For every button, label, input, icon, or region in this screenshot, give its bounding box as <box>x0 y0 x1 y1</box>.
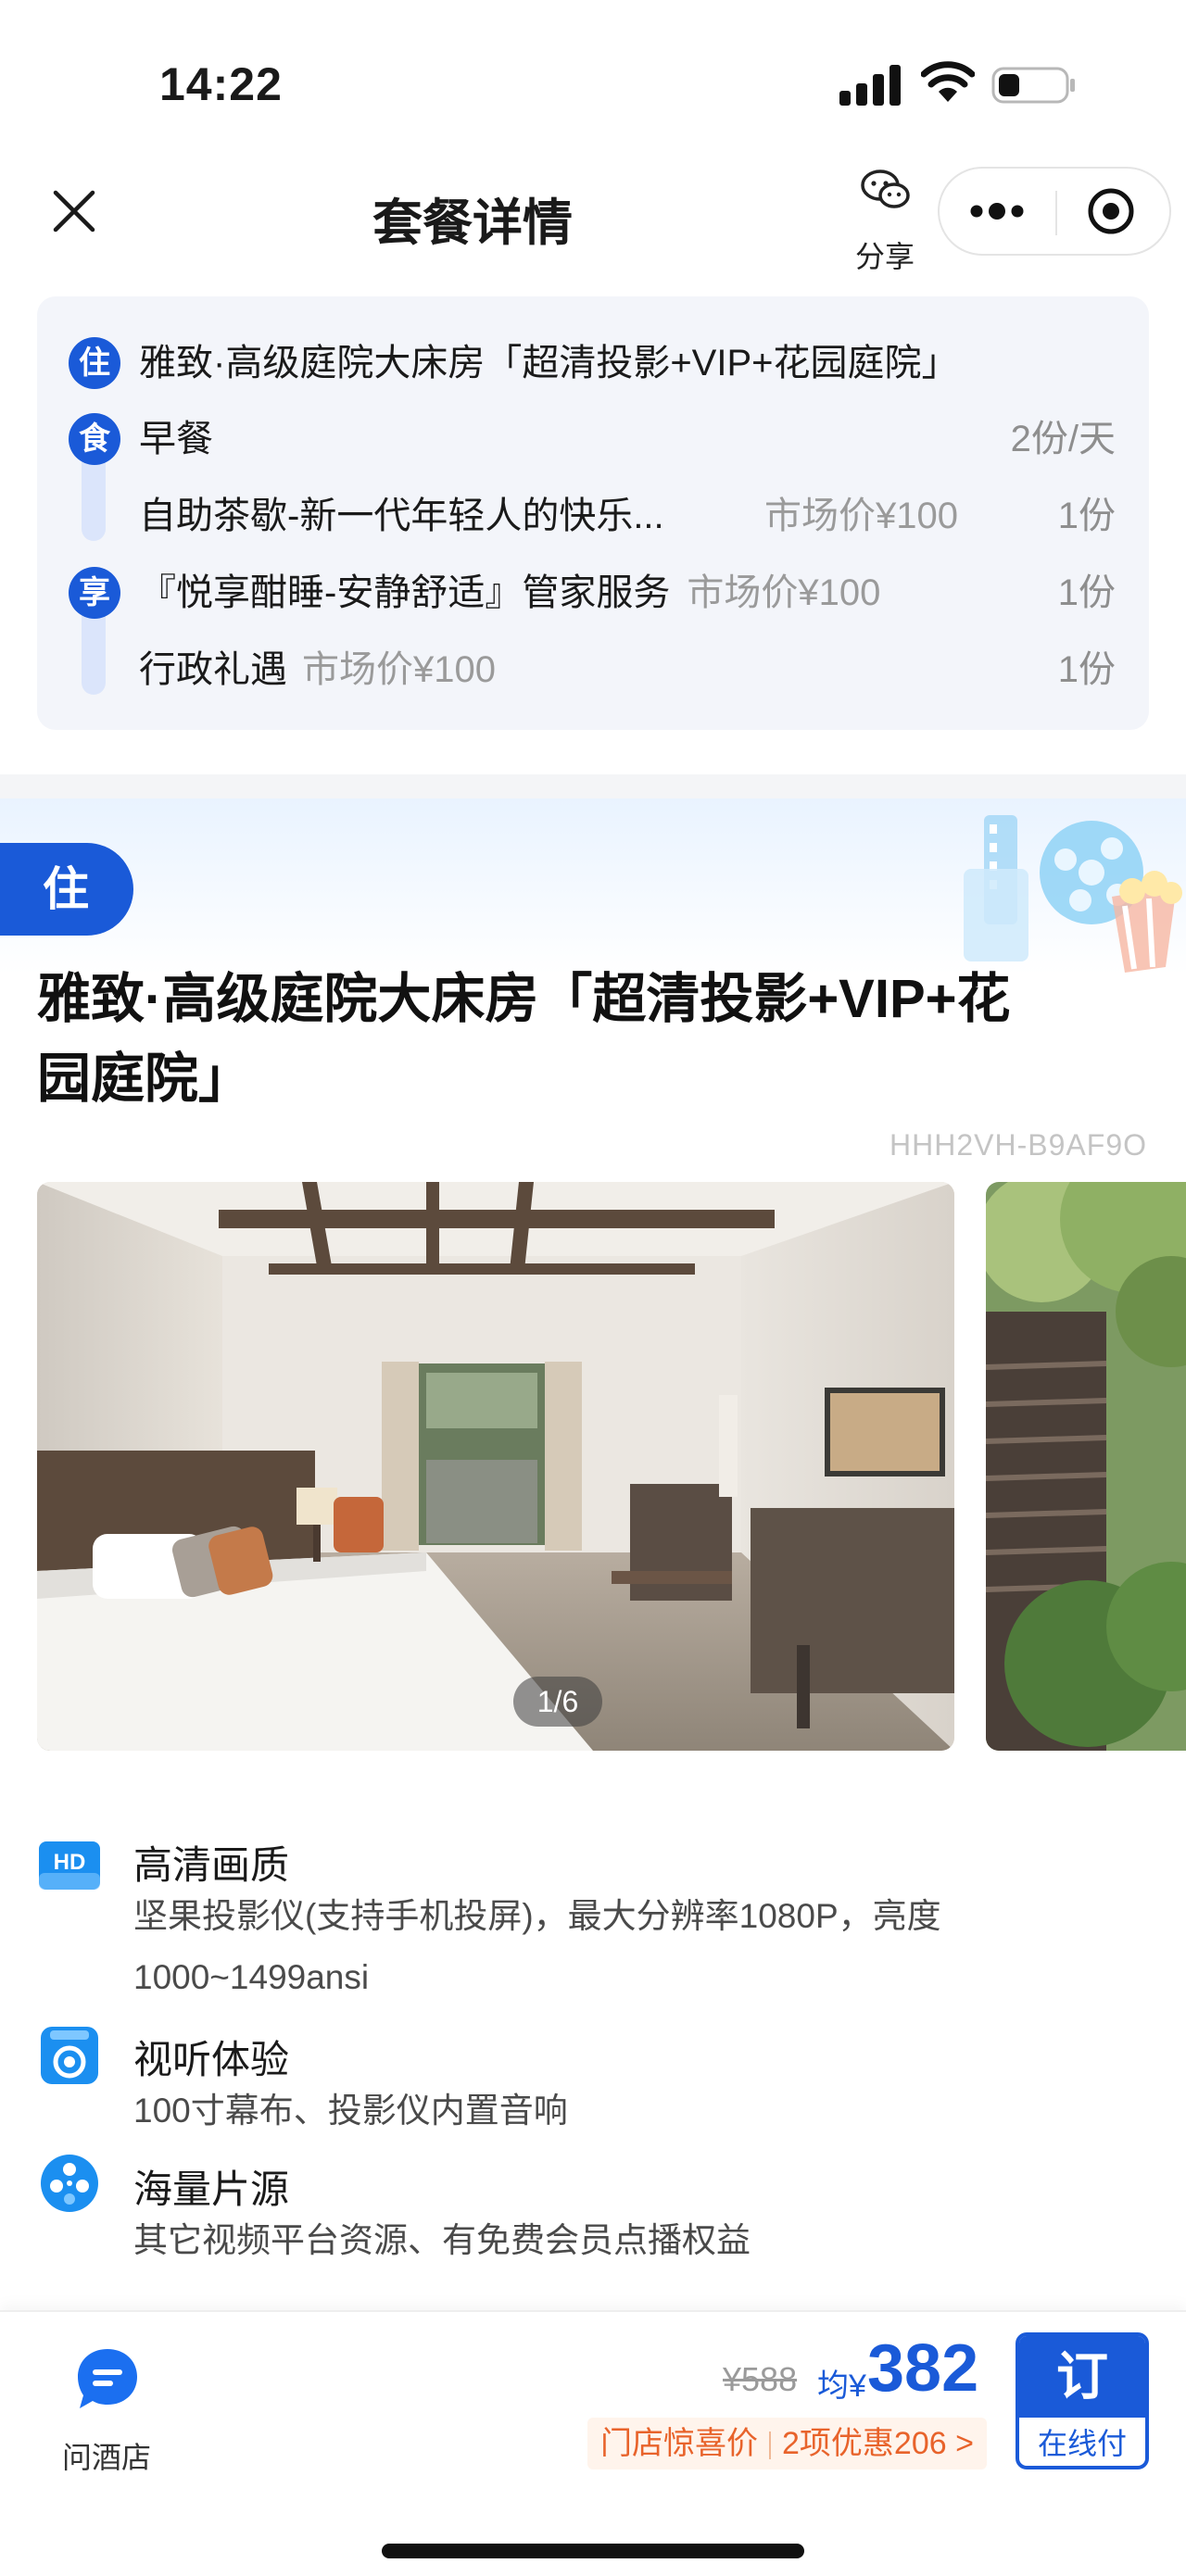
hd-icon: HD <box>39 1841 100 1890</box>
food-item-market-price: 市场价¥100 <box>764 496 958 536</box>
summary-row-stay: 雅致·高级庭院大床房「超清投影+VIP+花园庭院」 <box>139 331 1116 396</box>
page-title: 套餐详情 <box>372 195 573 251</box>
feature-title: 海量片源 <box>133 2168 290 2211</box>
feature-desc: 坚果投影仪(支持手机投屏)，最大分辨率1080P，亮度 1000~1499ans… <box>133 1886 1116 2008</box>
close-miniapp-button[interactable] <box>1057 169 1173 254</box>
enjoy-tag: 享 <box>69 567 120 619</box>
food-item-qty: 1份 <box>1057 496 1116 536</box>
room-title: 雅致·高级庭院大床房「超清投影+VIP+花 园庭院」 <box>37 960 1149 1119</box>
book-sublabel: 在线付 <box>1037 2427 1127 2460</box>
promo-separator <box>769 2431 771 2460</box>
signal-icon <box>839 65 901 106</box>
hotel-room-photo <box>37 1182 954 1751</box>
enjoy-item-name: 『悦享酣睡-安静舒适』管家服务 <box>139 572 671 613</box>
section-divider <box>0 774 1186 798</box>
feature-desc-line: 其它视频平台资源、有免费会员点播权益 <box>133 2221 751 2259</box>
package-summary-card: 住 雅致·高级庭院大床房「超清投影+VIP+花园庭院」 食 早餐 2份/天 自助… <box>37 296 1149 730</box>
promo-label: 门店惊喜价 <box>600 2426 758 2461</box>
home-indicator[interactable] <box>382 2544 804 2558</box>
share-label: 分享 <box>854 240 915 273</box>
promo-discount: 2项优惠206 > <box>782 2426 974 2461</box>
room-title-line: 雅致·高级庭院大床房「超清投影+VIP+花 <box>37 969 1011 1029</box>
wifi-icon <box>921 61 975 102</box>
enjoy-item-market-price: 市场价¥100 <box>687 572 881 613</box>
cinema-decoration-icon <box>964 815 1182 973</box>
room-stay-tag: 住 <box>0 843 133 936</box>
feature-title: 视听体验 <box>133 2038 290 2081</box>
food-item-name: 自助茶歇-新一代年轻人的快乐... <box>139 496 664 536</box>
stay-name: 雅致·高级庭院大床房「超清投影+VIP+花园庭院」 <box>139 343 959 383</box>
film-reel-icon <box>41 2155 98 2212</box>
nav-bar: 套餐详情 分享 <box>0 157 1186 278</box>
original-price: ¥588 <box>723 2360 798 2398</box>
average-price-label: 均¥ <box>817 2369 866 2404</box>
more-button[interactable] <box>940 169 1055 254</box>
ask-hotel-button[interactable]: 问酒店 <box>37 2344 176 2474</box>
feature-desc-line: 100寸幕布、投影仪内置音响 <box>133 2092 568 2130</box>
summary-row-enjoy: 『悦享酣睡-安静舒适』管家服务 市场价¥100 1份 <box>139 560 1116 625</box>
status-time: 14:22 <box>159 58 283 110</box>
current-price: 382 <box>867 2331 979 2406</box>
status-bar: 14:22 <box>0 0 1186 157</box>
wechat-share-icon <box>861 170 910 208</box>
garden-photo <box>986 1182 1186 1751</box>
feature-desc-line: 坚果投影仪(支持手机投屏)，最大分辨率1080P，亮度 <box>133 1897 941 1935</box>
book-label: 订 <box>1019 2336 1145 2418</box>
feature-desc: 其它视频平台资源、有免费会员点播权益 <box>133 2210 1116 2271</box>
target-icon <box>1088 188 1134 234</box>
miniapp-capsule <box>938 167 1171 256</box>
enjoy-item-qty: 1份 <box>1057 572 1116 613</box>
room-photo-next[interactable] <box>986 1182 1186 1751</box>
feature-title: 高清画质 <box>133 1843 290 1887</box>
stay-tag: 住 <box>69 337 120 389</box>
ask-hotel-label: 问酒店 <box>61 2441 151 2474</box>
room-photo-main[interactable] <box>37 1182 954 1751</box>
feature-desc-line: 1000~1499ansi <box>133 1958 370 1996</box>
enjoy-item-name: 行政礼遇 <box>139 649 287 690</box>
photo-counter: 1/6 <box>513 1677 602 1727</box>
food-item-qty: 2份/天 <box>1010 419 1116 459</box>
room-code: HHH2VH-B9AF9O <box>890 1128 1147 1162</box>
bottom-booking-bar: 问酒店 ¥588 均¥ 382 门店惊喜价 2项优惠206 > 订 在线付 <box>0 2310 1186 2576</box>
food-tag: 食 <box>69 413 120 465</box>
more-dots-icon <box>970 203 1024 220</box>
speaker-icon <box>41 2027 98 2084</box>
svg-text:HD: HD <box>54 1850 86 1875</box>
promo-discount-link[interactable]: 门店惊喜价 2项优惠206 > <box>587 2418 987 2469</box>
summary-row-enjoy: 行政礼遇 市场价¥100 1份 <box>139 637 1116 702</box>
food-item-name: 早餐 <box>139 419 213 459</box>
enjoy-item-qty: 1份 <box>1057 649 1116 690</box>
feature-desc: 100寸幕布、投影仪内置音响 <box>133 2080 1116 2142</box>
book-button[interactable]: 订 在线付 <box>1016 2332 1149 2469</box>
chat-bubble-icon <box>78 2349 137 2408</box>
enjoy-item-market-price: 市场价¥100 <box>302 649 496 690</box>
summary-row-food: 早餐 2份/天 <box>139 407 1116 471</box>
summary-row-food: 自助茶歇-新一代年轻人的快乐... 市场价¥100 1份 <box>139 484 1116 548</box>
room-title-line: 园庭院」 <box>37 1049 253 1109</box>
battery-icon <box>991 67 1075 104</box>
share-button[interactable]: 分享 <box>843 167 927 273</box>
